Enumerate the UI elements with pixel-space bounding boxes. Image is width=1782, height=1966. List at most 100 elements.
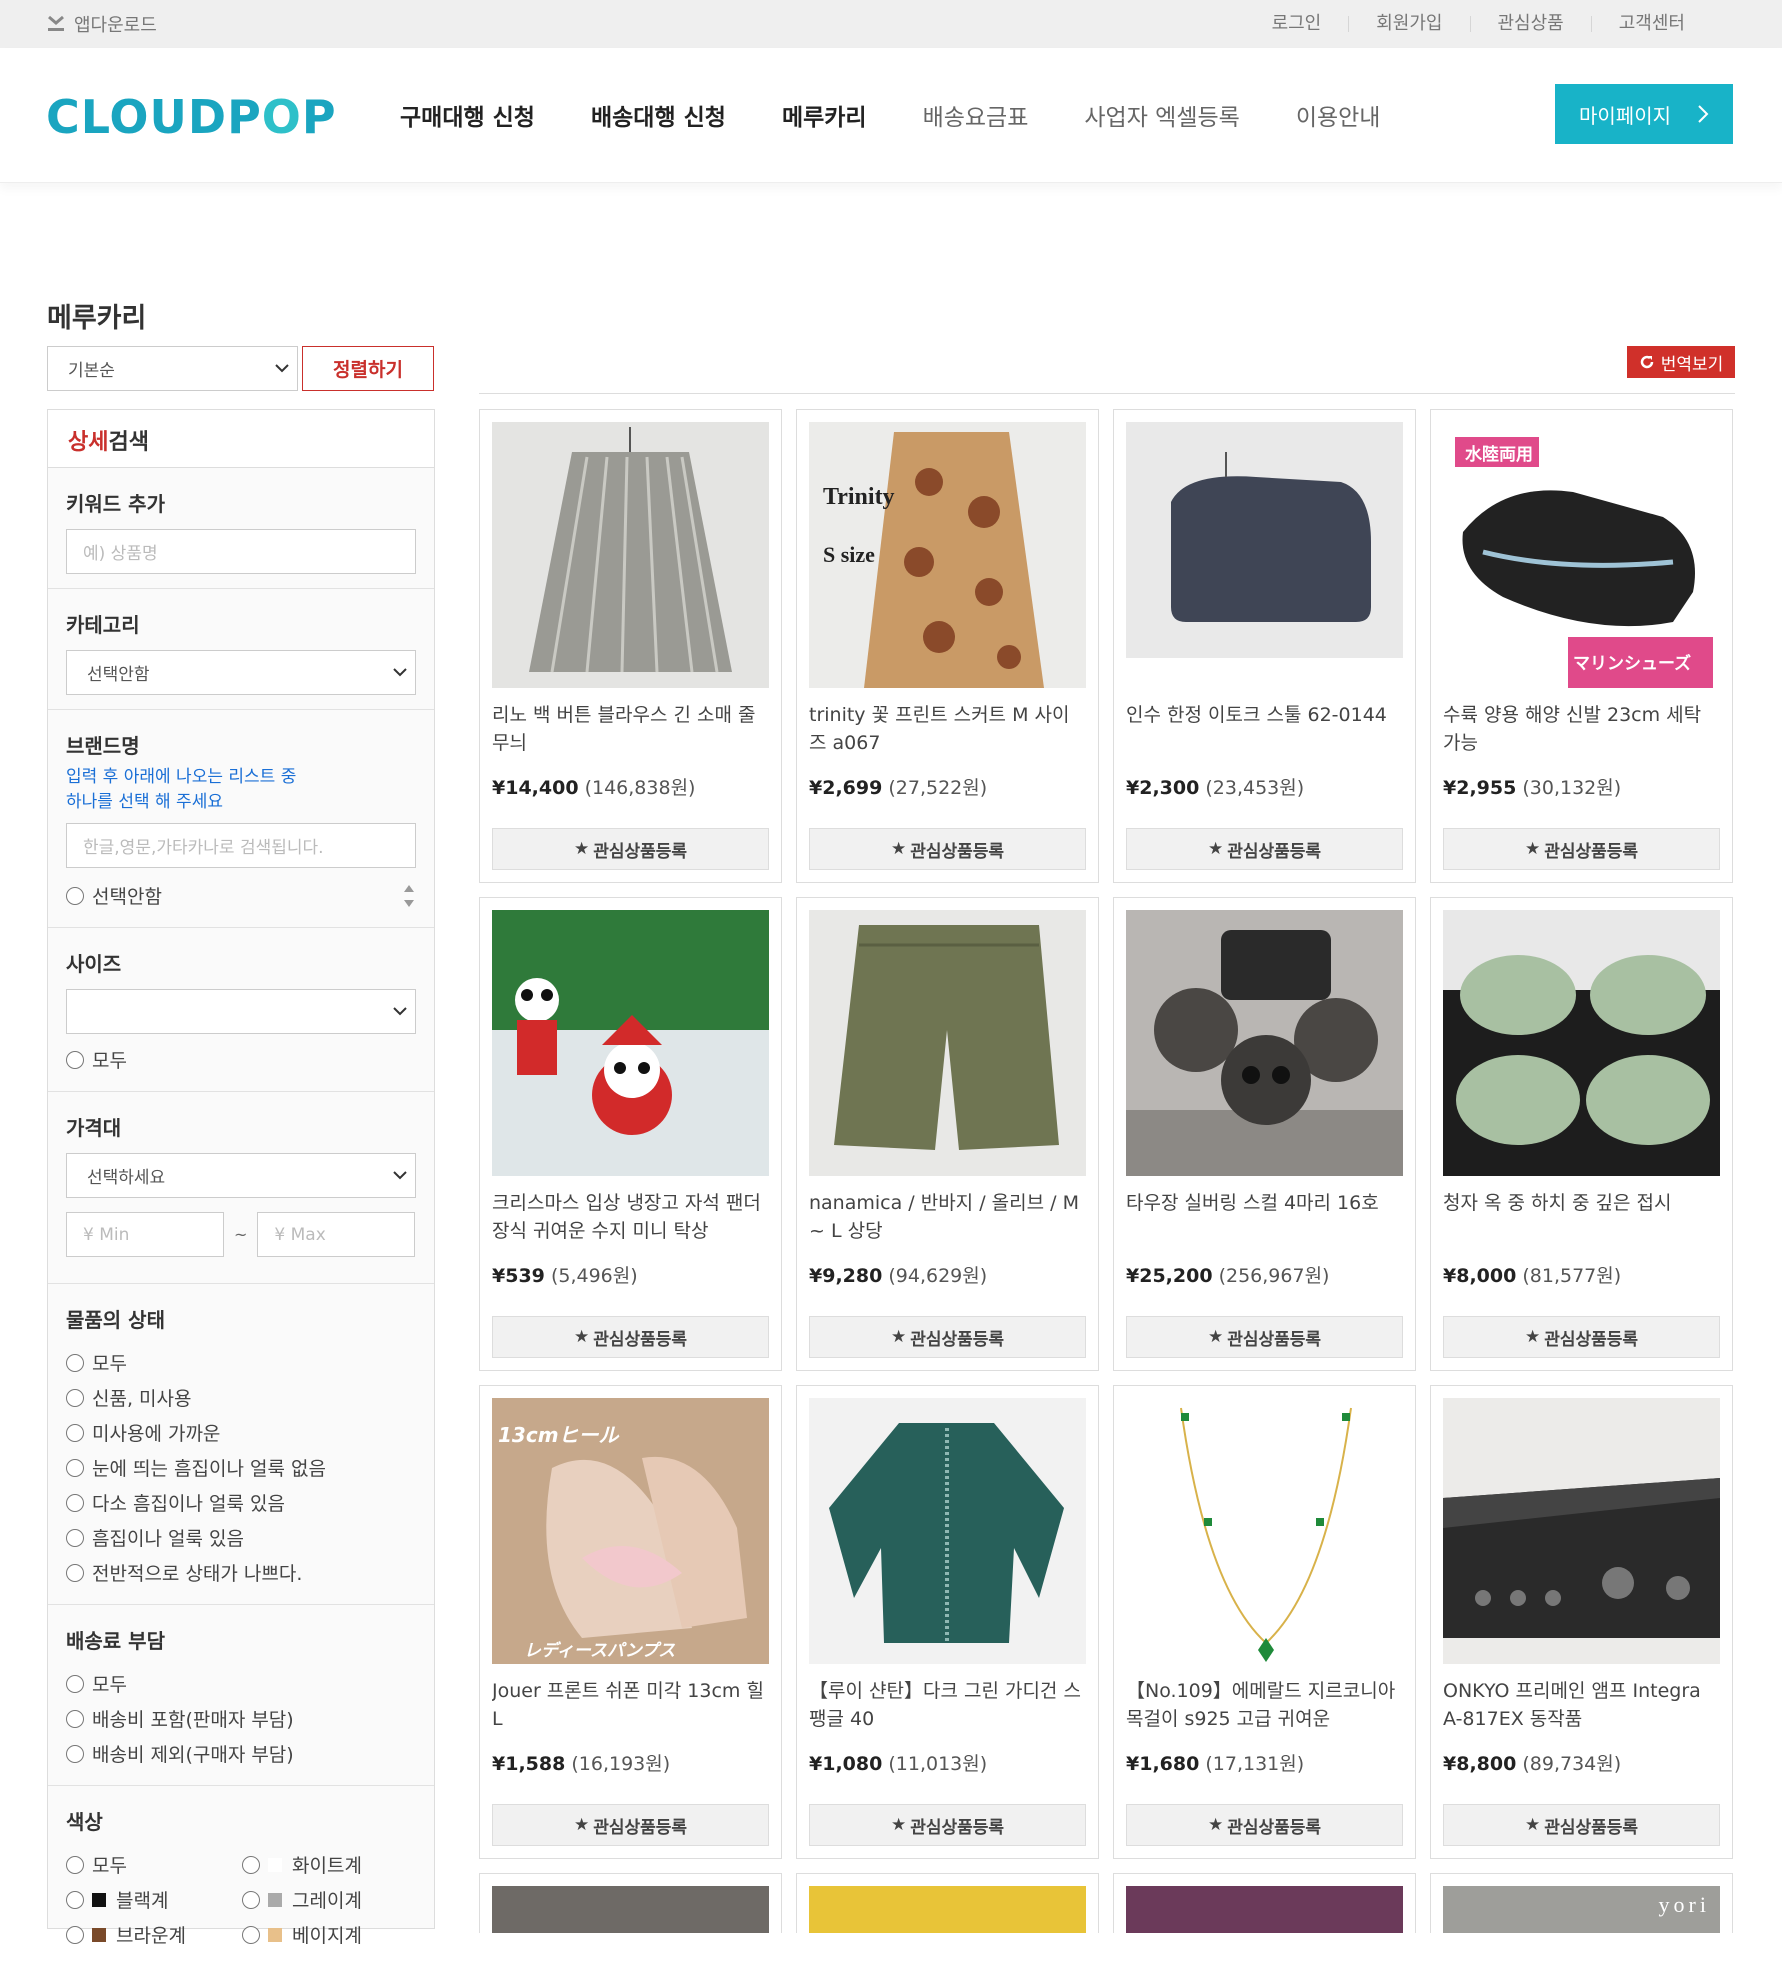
add-to-wishlist-button[interactable]: ★ 관심상품등록	[1126, 828, 1403, 870]
condition-option[interactable]: 흠집이나 얼룩 있음	[66, 1520, 416, 1555]
image-overlay-text: レディースパンプス	[524, 1641, 675, 1661]
spinner-arrows-icon[interactable]	[402, 880, 416, 912]
color-option[interactable]: 베이지계	[242, 1917, 418, 1952]
product-image-skull-ring[interactable]	[1126, 910, 1403, 1176]
color-option[interactable]: 모두	[66, 1847, 242, 1882]
product-title[interactable]: ONKYO 프리메인 앰프 Integra A-817EX 동작품	[1443, 1677, 1720, 1733]
product-card[interactable]: ONKYO 프리메인 앰프 Integra A-817EX 동작품 ¥8,800…	[1430, 1385, 1733, 1859]
product-card[interactable]: 리노 백 버튼 블라우스 긴 소매 줄무늬 ¥14,400 (146,838원)…	[479, 409, 782, 883]
product-card[interactable]: 인수 한정 이토크 스툴 62-0144 ¥2,300 (23,453원) ★ 관…	[1113, 409, 1416, 883]
color-option[interactable]: 블랙계	[66, 1882, 242, 1917]
product-image-emerald-necklace[interactable]	[1126, 1398, 1403, 1664]
product-card[interactable]: Trinity S size trinity 꽃 프린트 스커트 M 사이즈 a…	[796, 409, 1099, 883]
product-title[interactable]: trinity 꽃 프린트 스커트 M 사이즈 a067	[809, 701, 1086, 757]
product-image-partial[interactable]: yori	[1443, 1886, 1720, 1933]
price-min-input[interactable]: ¥ Min	[66, 1212, 224, 1257]
product-image-floral-skirt[interactable]: Trinity S size	[809, 422, 1086, 688]
add-to-wishlist-button[interactable]: ★ 관심상품등록	[1126, 1804, 1403, 1846]
color-option[interactable]: 화이트계	[242, 1847, 418, 1882]
product-card[interactable]: 【No.109】에메랄드 지르코니아 목걸이 s925 고급 귀여운 ¥1,68…	[1113, 1385, 1416, 1859]
login-link[interactable]: 로그인	[1245, 15, 1349, 33]
size-option-all[interactable]: 모두	[66, 1042, 416, 1077]
shipping-option[interactable]: 모두	[66, 1666, 416, 1701]
product-price: ¥1,680 (17,131원)	[1126, 1749, 1403, 1776]
product-card-partial[interactable]	[479, 1873, 782, 1933]
brand-option-none[interactable]: 선택안함	[66, 878, 162, 913]
wishlist-link[interactable]: 관심상품	[1469, 15, 1591, 33]
price-select[interactable]: 선택하세요	[66, 1153, 416, 1198]
condition-option[interactable]: 전반적으로 상태가 나쁘다.	[66, 1555, 416, 1590]
product-title[interactable]: 【No.109】에메랄드 지르코니아 목걸이 s925 고급 귀여운	[1126, 1677, 1403, 1733]
product-image-green-cardigan[interactable]	[809, 1398, 1086, 1664]
product-card-partial[interactable]: yori	[1430, 1873, 1733, 1933]
product-image-partial[interactable]	[1126, 1886, 1403, 1933]
condition-option[interactable]: 신품, 미사용	[66, 1380, 416, 1415]
sort-button[interactable]: 정렬하기	[302, 346, 434, 391]
product-image-heels[interactable]: 13cmヒール レディースパンプス	[492, 1398, 769, 1664]
product-title[interactable]: 타우장 실버링 스컬 4마리 16호	[1126, 1189, 1403, 1245]
product-title[interactable]: 수륙 양용 해양 신발 23cm 세탁 가능	[1443, 701, 1720, 757]
keyword-input[interactable]: 예) 상품명	[66, 529, 416, 574]
brand-input[interactable]: 한글,영문,가타카나로 검색됩니다.	[66, 823, 416, 868]
signup-link[interactable]: 회원가입	[1348, 15, 1469, 33]
price-max-input[interactable]: ¥ Max	[257, 1212, 416, 1257]
product-card[interactable]: 청자 옥 중 하치 중 깊은 접시 ¥8,000 (81,577원) ★ 관심상품…	[1430, 897, 1733, 1371]
logo[interactable]: CLOUDPOP	[46, 90, 337, 144]
size-select[interactable]	[66, 989, 416, 1034]
condition-option[interactable]: 모두	[66, 1345, 416, 1380]
add-to-wishlist-button[interactable]: ★ 관심상품등록	[492, 1316, 769, 1358]
product-image-water-shoes[interactable]: 水陸両用 マリンシューズ	[1443, 422, 1720, 688]
add-to-wishlist-button[interactable]: ★ 관심상품등록	[492, 828, 769, 870]
product-image-striped-blouse[interactable]	[492, 422, 769, 688]
nav-purchase-agency[interactable]: 구매대행 신청	[400, 98, 535, 132]
product-card[interactable]: 13cmヒール レディースパンプス Jouer 프론트 쉬폰 미각 13cm 힐…	[479, 1385, 782, 1859]
product-card[interactable]: 水陸両用 マリンシューズ 수륙 양용 해양 신발 23cm 세탁 가능 ¥2,9…	[1430, 409, 1733, 883]
product-card[interactable]: 타우장 실버링 스컬 4마리 16호 ¥25,200 (256,967원) ★ 관…	[1113, 897, 1416, 1371]
condition-option[interactable]: 눈에 띄는 흠집이나 얼룩 없음	[66, 1450, 416, 1485]
add-to-wishlist-button[interactable]: ★ 관심상품등록	[1443, 1804, 1720, 1846]
color-option[interactable]: 브라운계	[66, 1917, 242, 1952]
add-to-wishlist-button[interactable]: ★ 관심상품등록	[492, 1804, 769, 1846]
product-title[interactable]: 인수 한정 이토크 스툴 62-0144	[1126, 701, 1403, 757]
product-image-stool[interactable]	[1126, 422, 1403, 688]
nav-guide[interactable]: 이용안내	[1296, 98, 1381, 132]
nav-business-excel[interactable]: 사업자 엑셀등록	[1084, 98, 1239, 132]
product-card-partial[interactable]	[1113, 1873, 1416, 1933]
product-image-amplifier[interactable]	[1443, 1398, 1720, 1664]
add-to-wishlist-button[interactable]: ★ 관심상품등록	[1443, 1316, 1720, 1358]
customer-center-link[interactable]: 고객센터	[1590, 15, 1712, 33]
product-card[interactable]: 【루이 샨탄】다크 그린 가디건 스팽글 40 ¥1,080 (11,013원)…	[796, 1385, 1099, 1859]
add-to-wishlist-button[interactable]: ★ 관심상품등록	[809, 828, 1086, 870]
product-title[interactable]: nanamica / 반바지 / 올리브 / M ~ L 상당	[809, 1189, 1086, 1245]
product-title[interactable]: 리노 백 버튼 블라우스 긴 소매 줄무늬	[492, 701, 769, 757]
sort-select[interactable]: 기본순	[47, 346, 298, 391]
color-option[interactable]: 그레이계	[242, 1882, 418, 1917]
mypage-button[interactable]: 마이페이지	[1555, 84, 1733, 144]
product-image-celadon-plates[interactable]	[1443, 910, 1720, 1176]
category-select[interactable]: 선택안함	[66, 650, 416, 695]
product-title[interactable]: 크리스마스 입상 냉장고 자석 팬더 장식 귀여운 수지 미니 탁상	[492, 1189, 769, 1245]
condition-option[interactable]: 다소 흠집이나 얼룩 있음	[66, 1485, 416, 1520]
add-to-wishlist-button[interactable]: ★ 관심상품등록	[1126, 1316, 1403, 1358]
product-title[interactable]: 【루이 샨탄】다크 그린 가디건 스팽글 40	[809, 1677, 1086, 1733]
add-to-wishlist-button[interactable]: ★ 관심상품등록	[1443, 828, 1720, 870]
shipping-option[interactable]: 배송비 제외(구매자 부담)	[66, 1736, 416, 1771]
product-image-olive-shorts[interactable]	[809, 910, 1086, 1176]
product-card[interactable]: 크리스마스 입상 냉장고 자석 팬더 장식 귀여운 수지 미니 탁상 ¥539 …	[479, 897, 782, 1371]
shipping-option[interactable]: 배송비 포함(판매자 부담)	[66, 1701, 416, 1736]
product-card[interactable]: nanamica / 반바지 / 올리브 / M ~ L 상당 ¥9,280 (…	[796, 897, 1099, 1371]
nav-shipping-agency[interactable]: 배송대행 신청	[591, 98, 726, 132]
translate-button[interactable]: 번역보기	[1627, 346, 1735, 378]
app-download-link[interactable]: 앱다운로드	[46, 11, 157, 37]
product-image-panda-magnet[interactable]	[492, 910, 769, 1176]
product-title[interactable]: 청자 옥 중 하치 중 깊은 접시	[1443, 1189, 1720, 1245]
add-to-wishlist-button[interactable]: ★ 관심상품등록	[809, 1804, 1086, 1846]
condition-option[interactable]: 미사용에 가까운	[66, 1415, 416, 1450]
product-image-partial[interactable]	[809, 1886, 1086, 1933]
add-to-wishlist-button[interactable]: ★ 관심상품등록	[809, 1316, 1086, 1358]
product-card-partial[interactable]	[796, 1873, 1099, 1933]
nav-mercari[interactable]: 메루카리	[782, 98, 867, 132]
product-title[interactable]: Jouer 프론트 쉬폰 미각 13cm 힐 L	[492, 1677, 769, 1733]
product-image-partial[interactable]	[492, 1886, 769, 1933]
nav-shipping-rates[interactable]: 배송요금표	[923, 98, 1029, 132]
